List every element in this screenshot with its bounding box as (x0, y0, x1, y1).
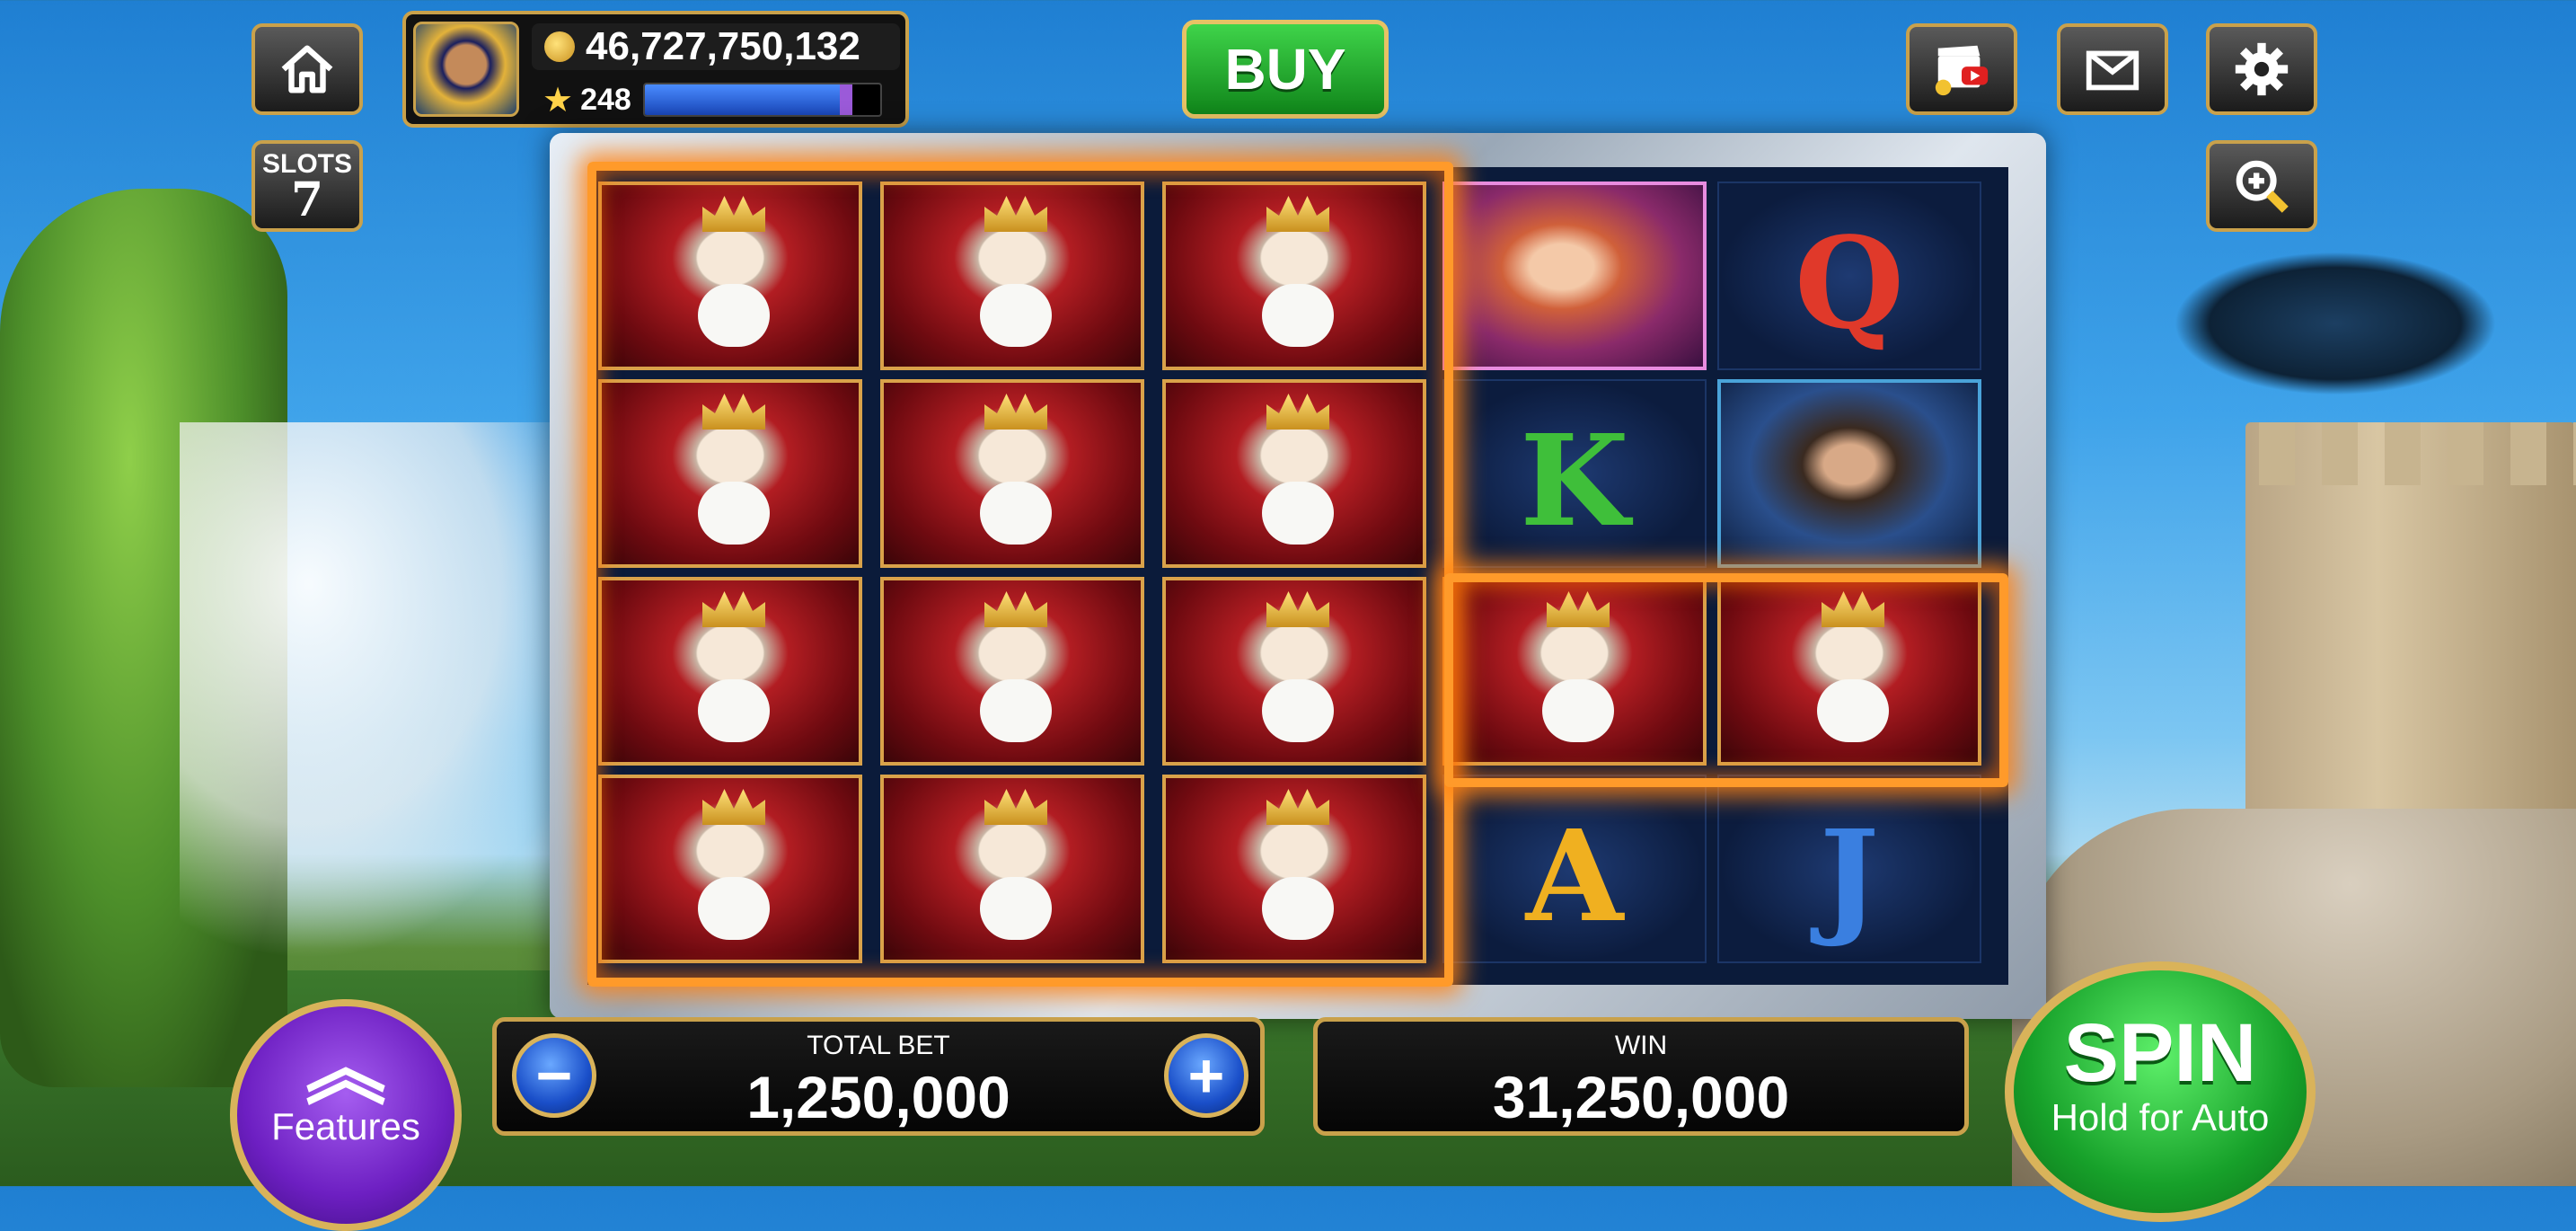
win-value: 31,250,000 (1492, 1064, 1790, 1130)
coin-balance-value: 46,727,750,132 (586, 24, 860, 68)
beard-shape (980, 877, 1052, 940)
total-bet-value: 1,250,000 (746, 1064, 1010, 1130)
coin-balance: 46,727,750,132 (532, 23, 900, 70)
king-symbol (1162, 182, 1426, 370)
mail-icon (2086, 50, 2139, 91)
video-icon (1935, 45, 1989, 96)
king-symbol (1717, 577, 1981, 766)
video-reward-button[interactable] (1906, 23, 2017, 115)
king-symbol (1162, 775, 1426, 963)
beard-shape (1262, 679, 1334, 742)
crown-icon (984, 591, 1047, 627)
total-bet-panel: TOTAL BET 1,250,000 (492, 1017, 1265, 1136)
player-profile-panel[interactable]: 46,727,750,132 ★ 248 (402, 11, 909, 128)
card-letter: K (1520, 408, 1629, 555)
king-symbol (598, 577, 862, 766)
knight-symbol (1717, 379, 1981, 568)
beard-shape (1262, 877, 1334, 940)
xp-progress-bar (643, 83, 883, 117)
king-symbol (598, 775, 862, 963)
avatar[interactable] (413, 22, 519, 117)
decrease-bet-button[interactable]: − (512, 1033, 596, 1118)
crown-icon (702, 394, 765, 430)
card-symbol-a: A (1442, 775, 1707, 963)
crown-icon (702, 789, 765, 825)
king-symbol (598, 182, 862, 370)
win-panel: WIN 31,250,000 (1313, 1017, 1969, 1136)
zoom-in-icon (2236, 160, 2289, 213)
total-bet-label: TOTAL BET (807, 1031, 950, 1060)
star-icon: ★ (543, 81, 574, 120)
card-letter: J (1819, 803, 1880, 951)
crown-icon (1266, 394, 1329, 430)
card-letter: Q (1795, 210, 1904, 358)
beard-shape (1262, 482, 1334, 545)
king-symbol (880, 182, 1144, 370)
chevron-up-icon: ︽ (305, 1024, 386, 1114)
beard-shape (980, 679, 1052, 742)
win-label: WIN (1614, 1031, 1668, 1060)
beard-shape (980, 482, 1052, 545)
crown-icon (984, 789, 1047, 825)
smoke-breath-decoration (180, 422, 611, 961)
king-symbol (1442, 577, 1707, 766)
spin-button[interactable]: SPIN Hold for Auto (2005, 961, 2316, 1222)
level-value: 248 (580, 82, 631, 117)
king-symbol (880, 577, 1144, 766)
card-symbol-k: K (1442, 379, 1707, 568)
beard-shape (1817, 679, 1889, 742)
crown-icon (702, 196, 765, 232)
beard-shape (698, 482, 770, 545)
home-icon (281, 45, 333, 93)
king-symbol (1162, 379, 1426, 568)
features-label: Features (271, 1105, 420, 1147)
crown-icon (984, 394, 1047, 430)
beard-shape (698, 284, 770, 347)
beard-shape (698, 877, 770, 940)
lady-symbol (1442, 182, 1707, 370)
xp-progress-marker (839, 84, 852, 115)
king-symbol (880, 775, 1144, 963)
gear-icon (2235, 42, 2289, 96)
king-symbol (1162, 577, 1426, 766)
slots-lobby-button[interactable]: SLOTS 7 (251, 140, 363, 232)
king-symbol (598, 379, 862, 568)
beard-shape (1542, 679, 1614, 742)
card-letter: A (1525, 803, 1624, 951)
crown-icon (1266, 591, 1329, 627)
buy-button[interactable]: BUY (1182, 20, 1389, 119)
features-button[interactable]: ︽ Features (230, 999, 462, 1231)
crown-icon (702, 591, 765, 627)
flying-dragon-decoration (2174, 252, 2497, 395)
beard-shape (698, 679, 770, 742)
crown-icon (1822, 591, 1884, 627)
crown-icon (1266, 789, 1329, 825)
card-symbol-j: J (1717, 775, 1981, 963)
crown-icon (1266, 196, 1329, 232)
spin-sublabel: Hold for Auto (2051, 1096, 2270, 1138)
mail-button[interactable] (2057, 23, 2168, 115)
reel-grid[interactable]: K A Q J (587, 167, 2008, 985)
spin-label: SPIN (2063, 1007, 2257, 1099)
slots-number: 7 (290, 173, 324, 227)
card-symbol-q: Q (1717, 182, 1981, 370)
xp-progress-fill (645, 84, 852, 115)
level-row: ★ 248 (532, 77, 900, 122)
crown-icon (984, 196, 1047, 232)
home-button[interactable] (251, 23, 363, 115)
settings-button[interactable] (2206, 23, 2317, 115)
crown-icon (1547, 591, 1610, 627)
beard-shape (980, 284, 1052, 347)
castle-battlements (2259, 422, 2576, 485)
beard-shape (1262, 284, 1334, 347)
coin-icon (544, 31, 575, 62)
zoom-button[interactable] (2206, 140, 2317, 232)
king-symbol (880, 379, 1144, 568)
increase-bet-button[interactable]: + (1164, 1033, 1248, 1118)
